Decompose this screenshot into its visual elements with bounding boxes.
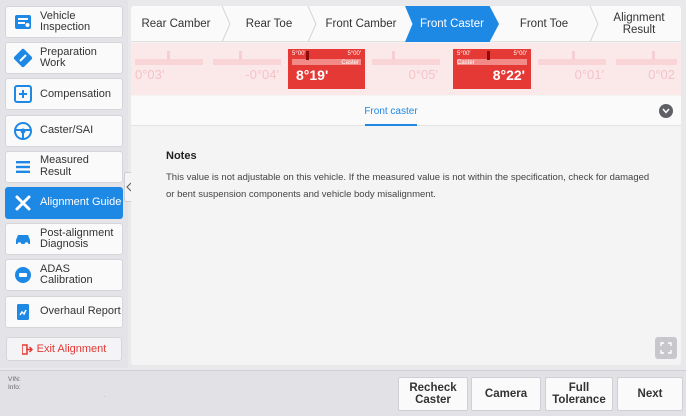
reading-bar (372, 59, 440, 65)
reading-card[interactable]: 0°03' (131, 49, 207, 89)
reading-value: 0°05' (408, 67, 438, 82)
tab-label: Front Caster (420, 18, 484, 30)
reading-value: 0°02 (648, 67, 675, 82)
car-icon (13, 229, 33, 249)
exit-icon (21, 343, 33, 355)
tab-front-caster[interactable]: Front Caster (405, 6, 499, 42)
notes-title: Notes (166, 150, 197, 162)
wrench-icon (13, 48, 33, 68)
sidebar-item-label: Overhaul Report (40, 304, 121, 317)
reading-marker (652, 51, 655, 60)
tab-front-caster-detail[interactable]: Front caster (341, 96, 441, 126)
subtab-bar: Front caster (131, 96, 681, 126)
reading-min: 5°00' (457, 51, 471, 57)
tab-front-camber[interactable]: Front Camber (317, 6, 405, 42)
reading-card[interactable]: 0°01' (534, 49, 610, 89)
reading-caption: Caster (341, 60, 359, 66)
exit-alignment-button[interactable]: Exit Alignment (6, 337, 122, 361)
reading-min: 5°00' (292, 51, 306, 57)
reading-bar (213, 59, 281, 65)
camera-button[interactable]: Camera (471, 377, 541, 411)
adas-icon (13, 265, 33, 285)
reading-card-active[interactable]: 5°00' 5°00' Caster 8°19' (288, 49, 365, 89)
reading-value: 8°22' (492, 67, 525, 83)
full-tolerance-button[interactable]: Full Tolerance (545, 377, 613, 411)
reading-card[interactable]: -0°04' (209, 49, 285, 89)
sidebar-item-adas-calibration[interactable]: ADAS Calibration (5, 259, 123, 292)
reading-max: 5°00' (347, 51, 361, 57)
sidebar-item-vehicle-inspection[interactable]: Vehicle Inspection (5, 6, 123, 38)
sidebar-item-label: ADAS Calibration (40, 262, 93, 287)
steering-wheel-icon (13, 121, 33, 141)
reading-card-active[interactable]: 5°00' 5°00' Caster 8°22' (453, 49, 531, 89)
tab-rear-camber[interactable]: Rear Camber (131, 6, 221, 42)
sidebar-item-label: Alignment Guide (40, 196, 122, 209)
sidebar-item-label: Preparation Work (40, 45, 97, 70)
recheck-caster-button[interactable]: Recheck Caster (398, 377, 468, 411)
reading-caption: Caster (457, 60, 475, 66)
reading-marker (239, 51, 242, 60)
reading-max: 5°00' (513, 51, 527, 57)
readings-strip: 0°03' -0°04' 5°00' 5°00' Caster 8°19' 0°… (131, 43, 681, 95)
vin-label: VIN: (8, 376, 21, 383)
tab-label: Alignment Result (613, 12, 665, 36)
sidebar-item-label: Post-alignment Diagnosis (40, 226, 114, 251)
tab-label: Front Camber (325, 18, 397, 30)
expand-button[interactable] (659, 104, 673, 118)
info-value: . (104, 393, 106, 399)
reading-marker (487, 51, 490, 60)
reading-value: 8°19' (296, 67, 329, 83)
tab-separator-icon (221, 6, 231, 42)
sidebar-item-label: Compensation (40, 87, 111, 100)
compensation-icon (13, 84, 33, 104)
next-button[interactable]: Next (617, 377, 683, 411)
tools-icon (13, 193, 33, 213)
fullscreen-icon (660, 342, 672, 354)
notes-body: This value is not adjustable on this veh… (166, 172, 650, 200)
tab-separator-icon (307, 6, 317, 42)
sidebar-item-overhaul-report[interactable]: Overhaul Report (5, 295, 123, 328)
tab-rear-toe[interactable]: Rear Toe (231, 6, 307, 42)
step-tabs: Rear Camber Rear Toe Front Camber Front … (131, 6, 681, 42)
sidebar-item-label: Measured Result (40, 154, 89, 178)
bottom-bar: VIN: Info: . Recheck Caster Camera Full … (0, 370, 686, 416)
reading-marker (392, 51, 395, 60)
sidebar: Vehicle Inspection Preparation Work Comp… (0, 0, 128, 368)
chevron-down-icon (662, 108, 670, 114)
sidebar-item-preparation-work[interactable]: Preparation Work (5, 42, 123, 75)
sidebar-item-label: Caster/SAI (40, 123, 94, 136)
tab-alignment-result[interactable]: Alignment Result (597, 6, 681, 42)
reading-card[interactable]: 0°05' (368, 49, 444, 89)
subtab-underline (365, 124, 417, 126)
reading-value: 0°03' (135, 67, 165, 82)
list-icon (13, 157, 33, 177)
sidebar-item-measured-result[interactable]: Measured Result (5, 150, 123, 183)
sidebar-item-alignment-guide[interactable]: Alignment Guide (5, 186, 123, 219)
info-label: Info: (8, 384, 21, 391)
tab-front-toe[interactable]: Front Toe (499, 6, 589, 42)
tab-label: Rear Camber (141, 18, 211, 30)
tab-label: Rear Toe (245, 18, 293, 30)
sidebar-item-caster-sai[interactable]: Caster/SAI (5, 114, 123, 147)
reading-marker (306, 51, 309, 60)
reading-marker (572, 51, 575, 60)
vehicle-inspection-icon (13, 12, 33, 32)
exit-alignment-label: Exit Alignment (36, 343, 107, 355)
tab-label: Front Toe (519, 18, 569, 30)
reading-value: 0°01' (574, 67, 604, 82)
sidebar-item-post-alignment-diagnosis[interactable]: Post-alignment Diagnosis (5, 223, 123, 256)
fullscreen-button[interactable] (655, 337, 677, 359)
reading-card[interactable]: 0°02 (612, 49, 681, 89)
main-panel: Rear Camber Rear Toe Front Camber Front … (131, 6, 681, 365)
sidebar-item-label: Vehicle Inspection (40, 9, 91, 33)
reading-marker (167, 51, 170, 60)
reading-bar (616, 59, 677, 65)
reading-value: -0°04' (245, 67, 279, 82)
sidebar-item-compensation[interactable]: Compensation (5, 78, 123, 111)
report-icon (13, 302, 33, 322)
